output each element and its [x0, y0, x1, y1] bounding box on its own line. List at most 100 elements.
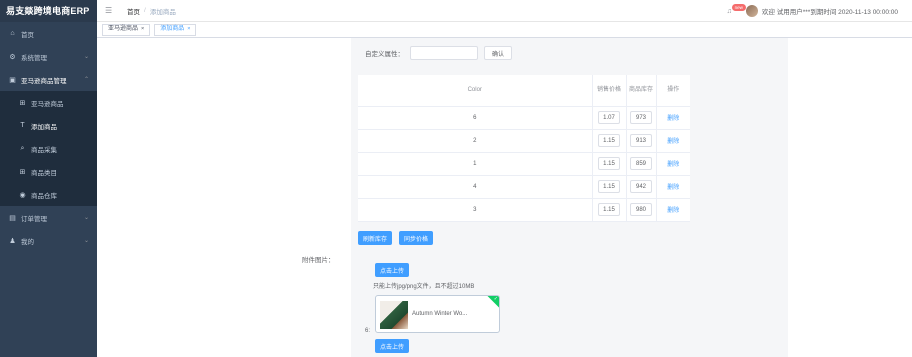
- header-right: ♫ new 欢迎 试用用户***到期时间 2020-11-13 00:00:00: [727, 0, 898, 22]
- welcome-text: 欢迎 试用用户***到期时间 2020-11-13 00:00:00: [761, 9, 898, 16]
- circle-icon: ◉: [19, 191, 26, 199]
- sidebar-item-label: 商品仓库: [31, 192, 57, 200]
- sidebar-item-label: 亚马逊商品: [31, 100, 64, 108]
- stock-input[interactable]: 973: [630, 111, 652, 124]
- sidebar-item-label: 商品采集: [31, 146, 57, 154]
- price-input[interactable]: 1.15: [598, 157, 620, 170]
- color-cell: 2: [358, 129, 592, 153]
- sidebar-subitem-amazon-products[interactable]: ⊞ 亚马逊商品: [0, 91, 97, 114]
- upload-area: 点击上传: [375, 263, 410, 277]
- breadcrumb: 首页 / 添加商品: [127, 6, 176, 16]
- chevron-up-icon: ⌃: [83, 77, 89, 83]
- column-header-stock: 商品库存: [625, 75, 656, 107]
- stock-input[interactable]: 859: [630, 157, 652, 170]
- upload-area-2: 点击上传: [375, 339, 410, 353]
- sidebar-item-amazon-products[interactable]: ▣ 亚马逊商品管理 ⌃: [0, 68, 97, 91]
- grid-icon: ⊞: [19, 168, 26, 176]
- search-icon: ⌕: [20, 144, 25, 152]
- tags-view: 亚马逊商品 × 添加商品 ×: [97, 22, 912, 38]
- delete-link[interactable]: 删除: [667, 116, 679, 122]
- sidebar: 易支燚跨境电商ERP ⌂ 首页 ⚙ 系统管理 ⌄ ▣ 亚马逊商品管理 ⌃ ⊞ 亚…: [0, 0, 97, 357]
- tag-label: 添加商品: [160, 26, 185, 32]
- breadcrumb-home[interactable]: 首页: [127, 6, 140, 16]
- user-icon: ♟: [9, 237, 16, 245]
- chevron-down-icon: ⌄: [83, 215, 89, 221]
- tag-label: 亚马逊商品: [108, 26, 139, 32]
- custom-attr-label: 自定义属性：: [365, 51, 404, 58]
- grid-icon: ⊞: [19, 99, 26, 107]
- delete-link[interactable]: 删除: [667, 162, 679, 168]
- hamburger-icon[interactable]: ☰: [105, 6, 115, 15]
- table-row: 6 1.07 973 删除: [358, 106, 690, 130]
- sidebar-item-system[interactable]: ⚙ 系统管理 ⌄: [0, 45, 97, 68]
- box-icon: ▣: [9, 76, 16, 84]
- gear-icon: ⚙: [9, 53, 16, 61]
- color-cell: 3: [358, 198, 592, 222]
- check-icon: ✓: [493, 296, 498, 302]
- column-header-operation: 操作: [655, 75, 690, 107]
- price-input[interactable]: 1.15: [598, 134, 620, 147]
- table-row: 2 1.15 913 删除: [358, 129, 690, 153]
- color-cell: 6: [358, 106, 592, 130]
- sidebar-subitem-collect[interactable]: ⌕ 商品采集: [0, 137, 97, 160]
- sidebar-item-label: 亚马逊商品管理: [21, 77, 67, 85]
- file-thumbnail: [380, 301, 408, 329]
- new-badge: new: [731, 3, 746, 11]
- bell-icon[interactable]: ♫ new: [727, 3, 746, 15]
- sidebar-subitem-add-product[interactable]: T 添加商品: [0, 114, 97, 137]
- sidebar-item-orders[interactable]: ▤ 订单管理 ⌄: [0, 206, 97, 229]
- delete-link[interactable]: 删除: [667, 208, 679, 214]
- delete-link[interactable]: 删除: [667, 139, 679, 145]
- refresh-stock-button[interactable]: 刷新库存: [358, 231, 393, 245]
- sidebar-item-label: 商品类目: [31, 169, 57, 177]
- upload-button-2[interactable]: 点击上传: [375, 339, 410, 353]
- sidebar-item-home[interactable]: ⌂ 首页: [0, 22, 97, 45]
- custom-attr-input[interactable]: [410, 46, 478, 60]
- bulk-actions: 刷新库存 同步价格: [358, 231, 440, 245]
- price-input[interactable]: 1.15: [598, 203, 620, 216]
- main-content: 自定义属性： 确认 Color 销售价格 商品库存 操作 6 1.07 973 …: [97, 38, 912, 357]
- tag-amazon-products[interactable]: 亚马逊商品 ×: [102, 23, 151, 36]
- price-input[interactable]: 1.07: [598, 111, 620, 124]
- delete-link[interactable]: 删除: [667, 185, 679, 191]
- stock-input[interactable]: 980: [630, 203, 652, 216]
- sidebar-item-label: 首页: [21, 31, 34, 39]
- table-row: 3 1.15 980 删除: [358, 198, 690, 222]
- sidebar-submenu: ⊞ 亚马逊商品 T 添加商品 ⌕ 商品采集 ⊞ 商品类目 ◉ 商品仓库: [0, 91, 97, 206]
- image-row-number: 6:: [365, 328, 371, 334]
- sidebar-subitem-warehouse[interactable]: ◉ 商品仓库: [0, 183, 97, 206]
- sidebar-item-mine[interactable]: ♟ 我的 ⌄: [0, 229, 97, 252]
- text-icon: T: [20, 122, 25, 129]
- sidebar-item-label: 我的: [21, 238, 34, 246]
- column-header-price: 销售价格: [591, 75, 626, 107]
- column-header-color: Color: [358, 75, 592, 107]
- sync-price-button[interactable]: 同步价格: [399, 231, 434, 245]
- close-icon[interactable]: ×: [187, 24, 190, 35]
- breadcrumb-current: 添加商品: [149, 8, 176, 16]
- stock-input[interactable]: 913: [630, 134, 652, 147]
- color-cell: 1: [358, 152, 592, 176]
- file-name: Autumn Winter Wo...: [412, 311, 468, 317]
- uploaded-file-card[interactable]: Autumn Winter Wo... ✓: [375, 295, 500, 333]
- tag-add-product[interactable]: 添加商品 ×: [154, 23, 197, 36]
- custom-attr-row: 自定义属性： 确认: [365, 46, 513, 60]
- price-input[interactable]: 1.15: [598, 180, 620, 193]
- table-row: 1 1.15 859 删除: [358, 152, 690, 176]
- avatar[interactable]: [745, 5, 758, 17]
- upload-tip: 只能上传jpg/png文件，且不超过10MB: [373, 284, 475, 290]
- chevron-down-icon: ⌄: [83, 238, 89, 244]
- sidebar-item-label: 系统管理: [21, 54, 47, 62]
- sku-table: Color 销售价格 商品库存 操作 6 1.07 973 删除 2 1.15 …: [358, 75, 690, 222]
- list-icon: ▤: [9, 214, 16, 222]
- image-field-label: 附件图片：: [302, 257, 335, 264]
- upload-button[interactable]: 点击上传: [375, 263, 410, 277]
- home-icon: ⌂: [10, 30, 15, 37]
- stock-input[interactable]: 942: [630, 180, 652, 193]
- table-header-row: Color 销售价格 商品库存 操作: [358, 75, 690, 107]
- top-navbar: ☰ 首页 / 添加商品 ♫ new 欢迎 试用用户***到期时间 2020-11-…: [97, 0, 912, 22]
- sidebar-item-label: 添加商品: [31, 123, 57, 131]
- confirm-button[interactable]: 确认: [484, 46, 513, 60]
- close-icon[interactable]: ×: [141, 24, 144, 35]
- breadcrumb-separator: /: [144, 7, 146, 14]
- sidebar-subitem-category[interactable]: ⊞ 商品类目: [0, 160, 97, 183]
